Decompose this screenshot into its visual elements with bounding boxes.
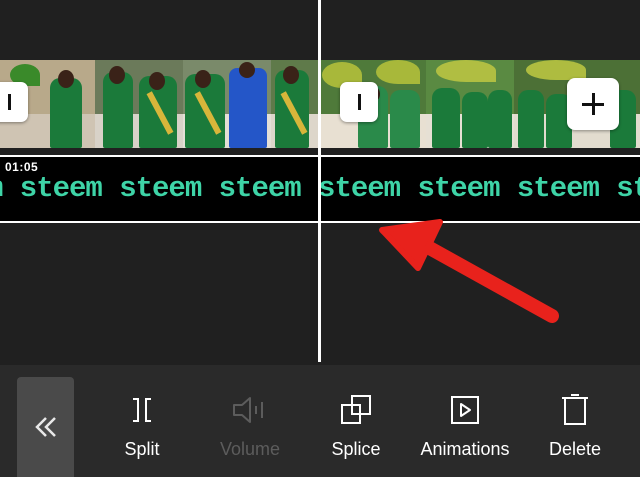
animations-icon xyxy=(451,396,479,424)
annotation-arrow xyxy=(379,219,559,323)
split-icon xyxy=(133,398,151,422)
volume-label: Volume xyxy=(219,439,281,459)
splice-label: Splice xyxy=(331,439,381,459)
animations-label: Animations xyxy=(420,439,510,459)
splice-icon xyxy=(341,395,371,424)
split-label: Split xyxy=(124,439,160,459)
animations-button[interactable]: Animations xyxy=(412,365,518,477)
split-button[interactable]: Split xyxy=(112,365,172,477)
volume-button[interactable]: Volume xyxy=(212,365,288,477)
back-button[interactable] xyxy=(17,377,74,477)
delete-button[interactable]: Delete xyxy=(542,365,608,477)
delete-icon xyxy=(562,394,588,425)
delete-label: Delete xyxy=(548,439,602,459)
timeline[interactable]: m steem steem steem steem steem steem st… xyxy=(0,0,640,365)
splice-button[interactable]: Splice xyxy=(324,365,388,477)
volume-icon xyxy=(233,397,263,423)
double-chevron-left-icon xyxy=(34,417,56,437)
bottom-toolbar: Split Volume Splice Animations Delete xyxy=(0,365,640,477)
